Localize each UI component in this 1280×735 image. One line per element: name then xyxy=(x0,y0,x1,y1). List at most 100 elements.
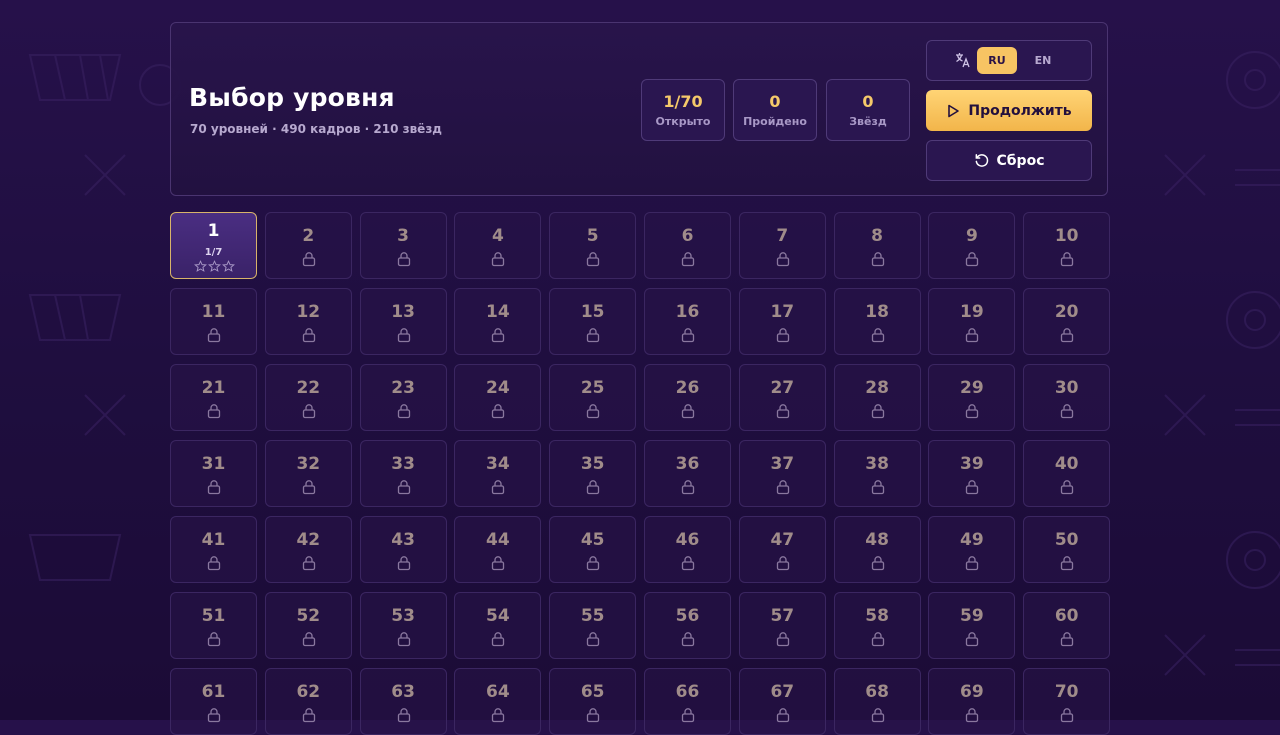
level-number: 63 xyxy=(391,682,415,702)
lock-icon xyxy=(871,328,884,343)
star-icon xyxy=(208,260,221,272)
level-64-button[interactable]: 64 xyxy=(454,668,542,735)
level-58-button[interactable]: 58 xyxy=(833,592,921,659)
lock-icon xyxy=(776,632,789,647)
level-48-button[interactable]: 48 xyxy=(833,516,921,583)
lock-icon xyxy=(681,252,695,267)
level-57-button[interactable]: 57 xyxy=(738,592,826,659)
level-51-button[interactable]: 51 xyxy=(170,592,257,659)
continue-button[interactable]: Продолжить xyxy=(926,90,1092,131)
level-23-button[interactable]: 23 xyxy=(359,364,447,431)
level-40-button[interactable]: 40 xyxy=(1023,440,1111,507)
level-32-button[interactable]: 32 xyxy=(264,440,352,507)
level-45-button[interactable]: 45 xyxy=(549,516,637,583)
level-3-button[interactable]: 3 xyxy=(359,212,447,279)
level-11-button[interactable]: 11 xyxy=(170,288,257,355)
level-56-button[interactable]: 56 xyxy=(643,592,731,659)
level-70-button[interactable]: 70 xyxy=(1023,668,1111,735)
level-7-button[interactable]: 7 xyxy=(738,212,826,279)
level-54-button[interactable]: 54 xyxy=(454,592,542,659)
lock-icon xyxy=(207,708,221,723)
stat-completed-value: 0 xyxy=(769,92,781,111)
level-33-button[interactable]: 33 xyxy=(359,440,447,507)
level-67-button[interactable]: 67 xyxy=(738,668,826,735)
level-63-button[interactable]: 63 xyxy=(359,668,447,735)
level-1-button[interactable]: 1 1/7 xyxy=(170,212,257,279)
level-60-button[interactable]: 60 xyxy=(1023,592,1111,659)
lock-icon xyxy=(207,632,221,647)
level-6-button[interactable]: 6 xyxy=(643,212,731,279)
level-68-button[interactable]: 68 xyxy=(833,668,921,735)
level-50-button[interactable]: 50 xyxy=(1023,516,1111,583)
level-59-button[interactable]: 59 xyxy=(928,592,1016,659)
lock-icon xyxy=(397,404,410,419)
level-30-button[interactable]: 30 xyxy=(1023,364,1111,431)
level-number: 61 xyxy=(201,682,226,702)
level-number: 54 xyxy=(486,606,510,626)
level-8-button[interactable]: 8 xyxy=(833,212,921,279)
reset-button[interactable]: Сброс xyxy=(926,140,1092,181)
level-47-button[interactable]: 47 xyxy=(738,516,826,583)
level-36-button[interactable]: 36 xyxy=(643,440,731,507)
level-9-button[interactable]: 9 xyxy=(928,212,1016,279)
lock-icon xyxy=(587,632,600,647)
level-24-button[interactable]: 24 xyxy=(454,364,542,431)
level-34-button[interactable]: 34 xyxy=(454,440,542,507)
level-number: 51 xyxy=(201,606,226,626)
level-66-button[interactable]: 66 xyxy=(643,668,731,735)
level-44-button[interactable]: 44 xyxy=(454,516,542,583)
level-62-button[interactable]: 62 xyxy=(264,668,352,735)
level-41-button[interactable]: 41 xyxy=(170,516,257,583)
lock-icon xyxy=(966,404,979,419)
level-65-button[interactable]: 65 xyxy=(549,668,637,735)
level-37-button[interactable]: 37 xyxy=(738,440,826,507)
level-49-button[interactable]: 49 xyxy=(928,516,1016,583)
level-29-button[interactable]: 29 xyxy=(928,364,1016,431)
lock-icon xyxy=(681,632,695,647)
level-5-button[interactable]: 5 xyxy=(549,212,637,279)
level-28-button[interactable]: 28 xyxy=(833,364,921,431)
lock-icon xyxy=(492,480,505,495)
level-69-button[interactable]: 69 xyxy=(928,668,1016,735)
level-12-button[interactable]: 12 xyxy=(264,288,352,355)
level-61-button[interactable]: 61 xyxy=(170,668,257,735)
level-15-button[interactable]: 15 xyxy=(549,288,637,355)
level-43-button[interactable]: 43 xyxy=(359,516,447,583)
language-en-button[interactable]: EN xyxy=(1023,47,1063,74)
level-38-button[interactable]: 38 xyxy=(833,440,921,507)
level-46-button[interactable]: 46 xyxy=(643,516,731,583)
level-18-button[interactable]: 18 xyxy=(833,288,921,355)
level-number: 37 xyxy=(770,454,795,474)
level-55-button[interactable]: 55 xyxy=(549,592,637,659)
level-53-button[interactable]: 53 xyxy=(359,592,447,659)
level-25-button[interactable]: 25 xyxy=(549,364,637,431)
level-20-button[interactable]: 20 xyxy=(1023,288,1111,355)
lock-icon xyxy=(587,252,600,267)
star-icon xyxy=(222,260,235,272)
level-31-button[interactable]: 31 xyxy=(170,440,257,507)
level-42-button[interactable]: 42 xyxy=(264,516,352,583)
lock-icon xyxy=(397,480,410,495)
level-2-button[interactable]: 2 xyxy=(264,212,352,279)
level-number: 23 xyxy=(391,378,415,398)
level-52-button[interactable]: 52 xyxy=(264,592,352,659)
level-35-button[interactable]: 35 xyxy=(549,440,637,507)
level-39-button[interactable]: 39 xyxy=(928,440,1016,507)
level-number: 60 xyxy=(1054,606,1079,626)
level-number: 4 xyxy=(491,226,504,246)
level-22-button[interactable]: 22 xyxy=(264,364,352,431)
level-13-button[interactable]: 13 xyxy=(359,288,447,355)
level-27-button[interactable]: 27 xyxy=(738,364,826,431)
level-21-button[interactable]: 21 xyxy=(170,364,257,431)
language-ru-button[interactable]: RU xyxy=(977,47,1017,74)
level-19-button[interactable]: 19 xyxy=(928,288,1016,355)
level-26-button[interactable]: 26 xyxy=(643,364,731,431)
level-4-button[interactable]: 4 xyxy=(454,212,542,279)
level-16-button[interactable]: 16 xyxy=(643,288,731,355)
level-number: 26 xyxy=(675,378,700,398)
level-10-button[interactable]: 10 xyxy=(1023,212,1111,279)
header-panel: Выбор уровня 70 уровней · 490 кадров · 2… xyxy=(170,22,1108,196)
level-14-button[interactable]: 14 xyxy=(454,288,542,355)
level-17-button[interactable]: 17 xyxy=(738,288,826,355)
lock-icon xyxy=(397,708,410,723)
